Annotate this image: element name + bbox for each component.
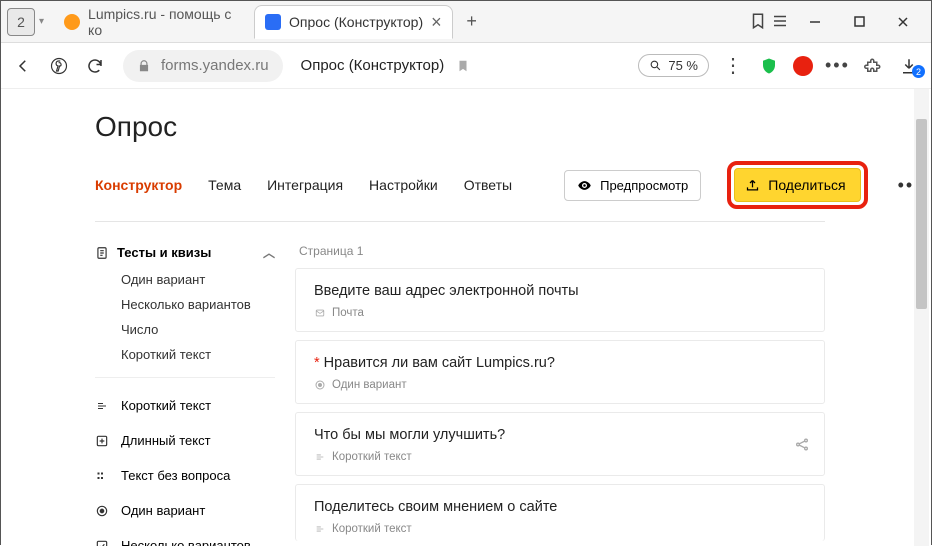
tab-title: Опрос (Конструктор) bbox=[289, 14, 423, 30]
magnifier-icon bbox=[649, 59, 662, 72]
tab-integration[interactable]: Интеграция bbox=[267, 177, 343, 193]
share-button[interactable]: Поделиться bbox=[734, 168, 860, 202]
tab-count-badge[interactable]: 2 bbox=[7, 8, 35, 36]
sidebar-sub-1[interactable]: Несколько вариантов bbox=[95, 292, 275, 317]
vertical-scrollbar[interactable] bbox=[914, 89, 929, 546]
adblock-icon[interactable] bbox=[793, 56, 813, 76]
sidebar-item-label: Один вариант bbox=[121, 503, 205, 518]
preview-label: Предпросмотр bbox=[600, 178, 688, 193]
window-maximize-button[interactable] bbox=[837, 1, 881, 43]
form-canvas: Страница 1 Введите ваш адрес электронной… bbox=[295, 238, 825, 546]
short-text-icon bbox=[314, 452, 326, 462]
page-title: Опрос bbox=[95, 111, 931, 143]
sidebar-item-long-text[interactable]: Длинный текст bbox=[95, 423, 275, 458]
address-bar[interactable]: forms.yandex.ru bbox=[123, 50, 283, 82]
sidebar-item-label: Длинный текст bbox=[121, 433, 211, 448]
overflow-dots-icon[interactable]: ••• bbox=[825, 55, 849, 76]
question-card-3[interactable]: Поделитесь своим мнением о сайте Коротки… bbox=[295, 484, 825, 541]
sidebar-group-tests[interactable]: Тесты и квизы ︿ bbox=[95, 238, 275, 267]
radio-icon bbox=[95, 504, 111, 518]
question-title: Нравится ли вам сайт Lumpics.ru? bbox=[324, 355, 555, 371]
page-number-label: Страница 1 bbox=[295, 238, 825, 268]
yandex-home-icon[interactable] bbox=[47, 55, 71, 76]
question-type-label: Почта bbox=[332, 307, 364, 319]
question-card-2[interactable]: Что бы мы могли улучшить? Короткий текст bbox=[295, 412, 825, 476]
back-button[interactable] bbox=[11, 55, 35, 76]
mail-icon bbox=[314, 308, 326, 318]
document-icon bbox=[95, 246, 109, 260]
scrollbar-thumb[interactable] bbox=[916, 119, 927, 309]
sidebar-item-short-text[interactable]: Короткий текст bbox=[95, 388, 275, 423]
question-type-label: Короткий текст bbox=[332, 451, 412, 463]
browser-tab-1[interactable]: Опрос (Конструктор) × bbox=[254, 5, 453, 39]
reload-button[interactable] bbox=[83, 55, 107, 76]
browser-tab-0[interactable]: Lumpics.ru - помощь с ко bbox=[54, 5, 254, 39]
sidebar-sub-0[interactable]: Один вариант bbox=[95, 267, 275, 292]
share-icon bbox=[745, 178, 760, 193]
preview-button[interactable]: Предпросмотр bbox=[564, 170, 701, 201]
question-type-label: Короткий текст bbox=[332, 523, 412, 535]
question-title: Что бы мы могли улучшить? bbox=[314, 427, 505, 443]
share-branch-icon[interactable] bbox=[794, 435, 810, 452]
new-tab-button[interactable]: + bbox=[459, 9, 485, 35]
tab-settings[interactable]: Настройки bbox=[369, 177, 438, 193]
highlight-callout: Поделиться bbox=[727, 161, 867, 209]
browser-toolbar: forms.yandex.ru Опрос (Конструктор) 75 %… bbox=[1, 43, 931, 89]
no-question-icon bbox=[95, 470, 111, 482]
lock-icon bbox=[137, 59, 151, 73]
zoom-indicator[interactable]: 75 % bbox=[638, 54, 709, 77]
required-star-icon: * bbox=[314, 355, 320, 371]
reading-list-icon[interactable] bbox=[749, 12, 767, 30]
share-label: Поделиться bbox=[768, 177, 845, 193]
sidebar-sub-2[interactable]: Число bbox=[95, 317, 275, 342]
radio-icon bbox=[314, 379, 326, 391]
blocks-sidebar: Тесты и квизы ︿ Один вариант Несколько в… bbox=[95, 238, 275, 546]
sidebar-item-label: Короткий текст bbox=[121, 398, 211, 413]
tab-list-chevron-icon[interactable]: ▾ bbox=[39, 16, 44, 27]
favicon-icon bbox=[64, 14, 80, 30]
address-domain: forms.yandex.ru bbox=[161, 57, 269, 74]
extension-icon[interactable] bbox=[861, 55, 885, 76]
sidebar-group-label: Тесты и квизы bbox=[117, 245, 211, 260]
window-minimize-button[interactable] bbox=[793, 1, 837, 43]
downloads-button[interactable]: 2 bbox=[897, 55, 921, 76]
close-tab-icon[interactable]: × bbox=[431, 13, 442, 31]
sidebar-item-radio[interactable]: Один вариант bbox=[95, 493, 275, 528]
window-close-button[interactable] bbox=[881, 1, 925, 43]
eye-icon bbox=[577, 178, 592, 193]
question-card-1[interactable]: *Нравится ли вам сайт Lumpics.ru? Один в… bbox=[295, 340, 825, 404]
tab-constructor[interactable]: Конструктор bbox=[95, 177, 182, 193]
chevron-up-icon: ︿ bbox=[263, 244, 275, 261]
downloads-badge: 2 bbox=[912, 65, 925, 78]
browser-titlebar: 2 ▾ Lumpics.ru - помощь с ко Опрос (Конс… bbox=[1, 1, 931, 43]
zoom-value: 75 % bbox=[668, 58, 698, 73]
bookmark-icon[interactable] bbox=[456, 57, 470, 74]
address-title: Опрос (Конструктор) bbox=[301, 57, 445, 74]
tab-theme[interactable]: Тема bbox=[208, 177, 241, 193]
page-viewport: Опрос Конструктор Тема Интеграция Настро… bbox=[1, 89, 931, 546]
question-type-label: Один вариант bbox=[332, 379, 407, 391]
kebab-menu-icon[interactable]: ⋮ bbox=[721, 53, 745, 78]
form-tabs: Конструктор Тема Интеграция Настройки От… bbox=[95, 161, 825, 222]
question-card-0[interactable]: Введите ваш адрес электронной почты Почт… bbox=[295, 268, 825, 332]
sidebar-item-checkbox[interactable]: Несколько вариантов bbox=[95, 528, 275, 546]
question-title: Введите ваш адрес электронной почты bbox=[314, 283, 579, 299]
sidebar-item-label: Текст без вопроса bbox=[121, 468, 230, 483]
menu-icon[interactable] bbox=[771, 12, 789, 30]
question-title: Поделитесь своим мнением о сайте bbox=[314, 499, 557, 515]
sidebar-item-no-question[interactable]: Текст без вопроса bbox=[95, 458, 275, 493]
tab-answers[interactable]: Ответы bbox=[464, 177, 512, 193]
favicon-icon bbox=[265, 14, 281, 30]
long-text-icon bbox=[95, 434, 111, 448]
short-text-icon bbox=[95, 400, 111, 412]
protect-shield-icon[interactable] bbox=[757, 55, 781, 76]
short-text-icon bbox=[314, 524, 326, 534]
sidebar-sub-3[interactable]: Короткий текст bbox=[95, 342, 275, 367]
tab-title: Lumpics.ru - помощь с ко bbox=[88, 6, 244, 38]
